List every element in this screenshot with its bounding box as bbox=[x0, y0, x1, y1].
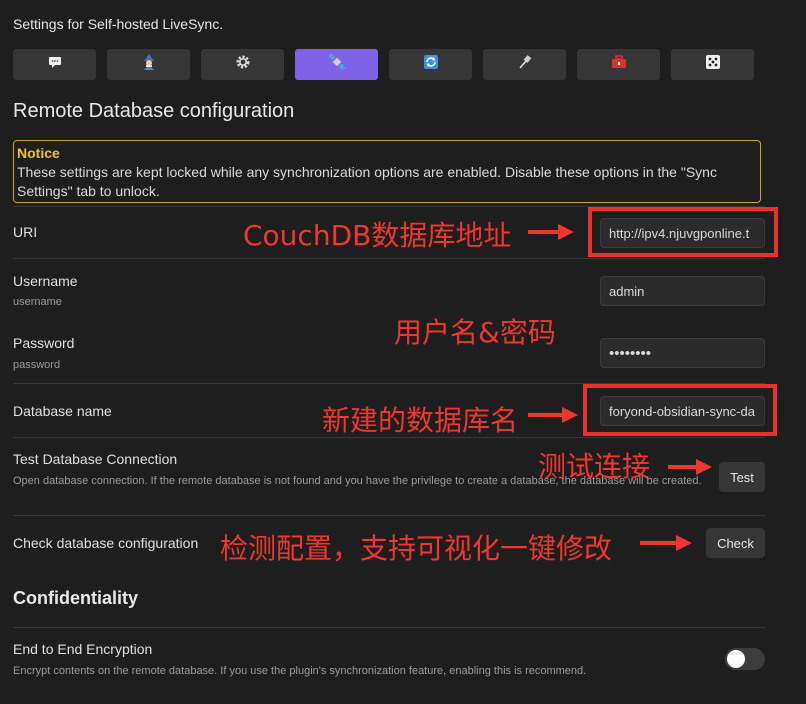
divider bbox=[13, 627, 765, 628]
test-button[interactable]: Test bbox=[719, 462, 765, 492]
e2e-encryption-desc: Encrypt contents on the remote database.… bbox=[13, 665, 587, 677]
satellite-icon bbox=[327, 53, 346, 76]
confidentiality-title: Confidentiality bbox=[13, 588, 138, 608]
tab-plugins[interactable] bbox=[483, 49, 566, 80]
arrow-icon bbox=[528, 224, 574, 240]
username-desc: username bbox=[13, 296, 62, 308]
section-title: Remote Database configuration bbox=[13, 100, 295, 122]
speech-bubble-icon bbox=[47, 54, 63, 75]
check-config-label: Check database configuration bbox=[13, 535, 199, 551]
divider bbox=[13, 515, 765, 516]
tab-hatch[interactable] bbox=[577, 49, 660, 80]
annotation-box-uri bbox=[588, 207, 778, 257]
toolbox-icon bbox=[610, 54, 628, 75]
annotation-dbname-text: 新建的数据库名 bbox=[322, 404, 519, 437]
uri-label: URI bbox=[13, 224, 38, 240]
notice-text: These settings are kept locked while any… bbox=[17, 164, 717, 199]
annotation-check-text: 检测配置，支持可视化一键修改 bbox=[220, 532, 613, 565]
gear-icon bbox=[235, 54, 251, 75]
notice-box: Notice These settings are kept locked wh… bbox=[13, 140, 761, 203]
tab-advanced[interactable] bbox=[671, 49, 754, 80]
test-connection-label: Test Database Connection bbox=[13, 451, 178, 467]
notice-title: Notice bbox=[17, 145, 60, 161]
arrow-icon bbox=[528, 407, 578, 423]
username-input[interactable]: admin bbox=[600, 276, 765, 306]
password-label: Password bbox=[13, 335, 75, 351]
tab-messages[interactable] bbox=[13, 49, 96, 80]
e2e-encryption-label: End to End Encryption bbox=[13, 641, 153, 657]
plug-icon bbox=[517, 54, 533, 75]
check-button[interactable]: Check bbox=[706, 528, 765, 558]
annotation-box-dbname bbox=[583, 384, 777, 436]
arrow-icon bbox=[640, 535, 692, 551]
tab-general-settings[interactable] bbox=[201, 49, 284, 80]
sync-arrows-icon bbox=[423, 54, 439, 75]
e2e-encryption-toggle[interactable] bbox=[725, 648, 765, 670]
window-title: Settings for Self-hosted LiveSync. bbox=[13, 16, 224, 32]
toggle-knob bbox=[727, 650, 745, 668]
arrow-icon bbox=[668, 459, 712, 475]
tab-setup-wizard[interactable] bbox=[107, 49, 190, 80]
password-input[interactable]: •••••••• bbox=[600, 338, 765, 368]
settings-tabs bbox=[13, 49, 754, 80]
tab-sync-settings[interactable] bbox=[389, 49, 472, 80]
username-label: Username bbox=[13, 273, 78, 289]
annotation-test-text: 测试连接 bbox=[538, 450, 651, 483]
annotation-uri-text: CouchDB数据库地址 bbox=[243, 219, 512, 252]
database-name-label: Database name bbox=[13, 403, 112, 419]
tab-remote-database[interactable] bbox=[295, 49, 378, 80]
divider bbox=[13, 258, 765, 259]
annotation-credentials-text: 用户名&密码 bbox=[394, 316, 556, 349]
wizard-icon bbox=[140, 53, 158, 76]
dice-icon bbox=[705, 54, 721, 75]
password-desc: password bbox=[13, 359, 61, 371]
